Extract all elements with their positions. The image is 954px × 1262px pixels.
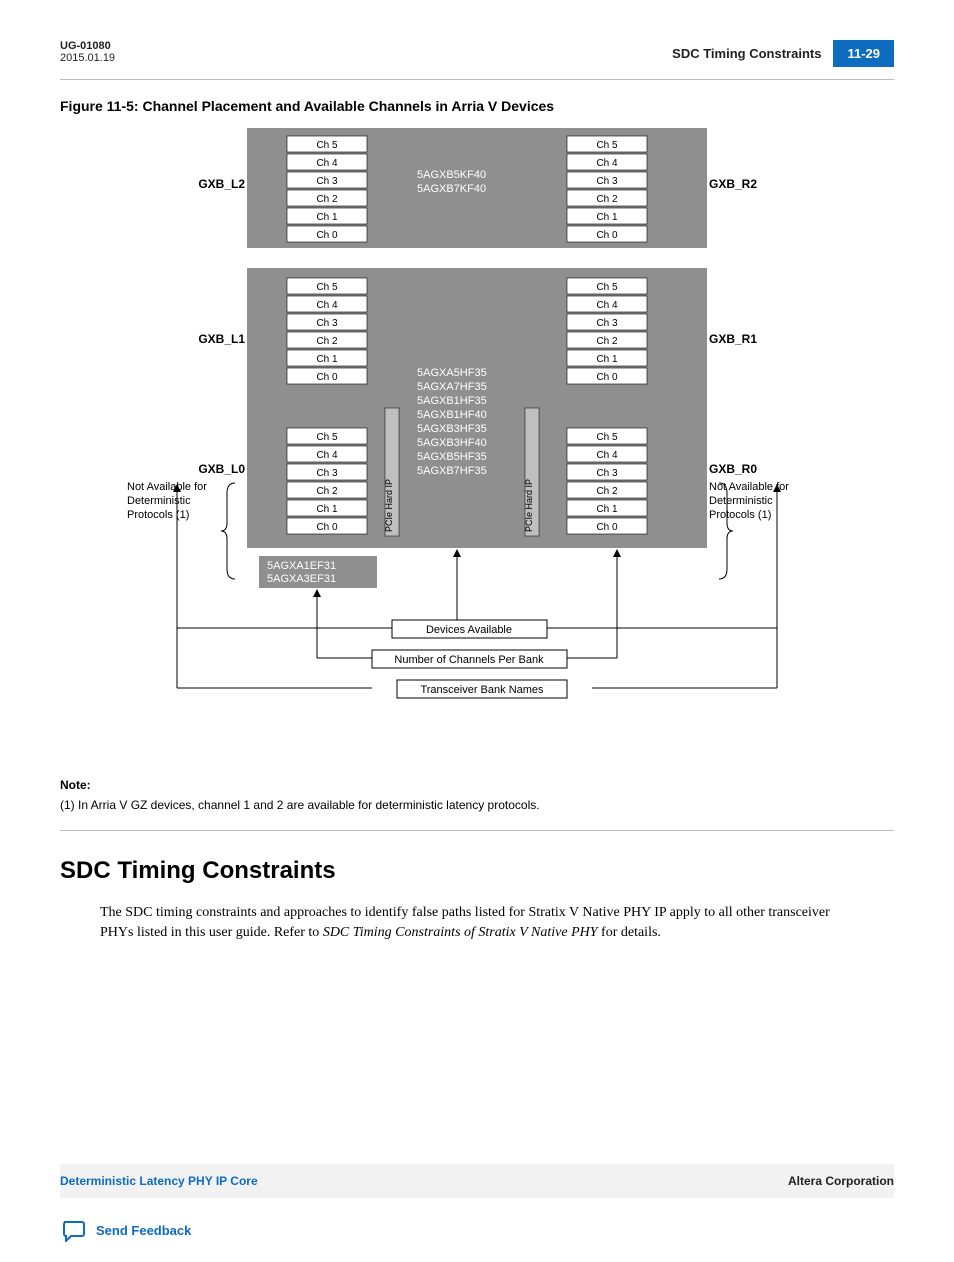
page-header: UG-01080 2015.01.19 SDC Timing Constrain… (60, 40, 894, 67)
svg-text:Ch 2: Ch 2 (316, 336, 338, 347)
devices-extra-1: 5AGXA1EF31 (267, 560, 336, 572)
svg-text:Ch 2: Ch 2 (596, 336, 618, 347)
svg-text:GXB_L0: GXB_L0 (198, 462, 245, 476)
svg-text:Ch 5: Ch 5 (316, 282, 338, 293)
svg-text:Ch 2: Ch 2 (316, 194, 338, 205)
speech-bubble-icon (60, 1220, 86, 1242)
svg-text:PCIe Hard IP: PCIe Hard IP (524, 479, 534, 532)
divider-2 (60, 830, 894, 831)
svg-text:Ch 3: Ch 3 (316, 318, 338, 329)
section-label: SDC Timing Constraints (672, 46, 821, 61)
svg-text:Ch 3: Ch 3 (596, 176, 618, 187)
header-right: SDC Timing Constraints 11-29 (672, 40, 894, 67)
note-text: (1) In Arria V GZ devices, channel 1 and… (60, 798, 894, 812)
note-label: Note: (60, 778, 894, 792)
svg-text:GXB_R2: GXB_R2 (709, 177, 757, 191)
svg-text:Ch 0: Ch 0 (316, 372, 338, 383)
svg-text:Ch 1: Ch 1 (316, 354, 338, 365)
svg-text:Ch 1: Ch 1 (596, 212, 618, 223)
svg-text:GXB_R0: GXB_R0 (709, 462, 757, 476)
svg-text:Ch 4: Ch 4 (596, 158, 618, 169)
svg-text:Transceiver Bank Names: Transceiver Bank Names (420, 684, 544, 696)
footer-right: Altera Corporation (788, 1174, 894, 1188)
svg-text:Ch 1: Ch 1 (596, 354, 618, 365)
body-text-2: for details. (598, 925, 661, 940)
svg-text:Ch 3: Ch 3 (596, 468, 618, 479)
doc-id: UG-01080 (60, 40, 115, 52)
svg-text:Ch 1: Ch 1 (596, 504, 618, 515)
svg-text:Ch 0: Ch 0 (316, 522, 338, 533)
svg-text:Ch 2: Ch 2 (316, 486, 338, 497)
svg-text:GXB_R1: GXB_R1 (709, 332, 757, 346)
svg-text:Ch 5: Ch 5 (596, 140, 618, 151)
svg-text:GXB_L2: GXB_L2 (198, 177, 245, 191)
svg-text:Ch 2: Ch 2 (596, 486, 618, 497)
svg-text:Ch 5: Ch 5 (596, 432, 618, 443)
doc-date: 2015.01.19 (60, 52, 115, 64)
figure-11-5: Ch 5 Ch 4 Ch 3 Ch 2 Ch 1 Ch 0 Ch 5 Ch 4 Ch 3 Ch … (60, 128, 894, 758)
svg-text:Ch 0: Ch 0 (596, 230, 618, 241)
footer-bar: Deterministic Latency PHY IP Core Altera… (60, 1164, 894, 1198)
svg-text:Ch 4: Ch 4 (596, 300, 618, 311)
svg-text:Ch 5: Ch 5 (596, 282, 618, 293)
devices-extra-2: 5AGXA3EF31 (267, 573, 336, 585)
svg-text:Ch 4: Ch 4 (316, 158, 338, 169)
svg-text:PCIe Hard IP: PCIe Hard IP (384, 479, 394, 532)
svg-text:Ch 0: Ch 0 (596, 522, 618, 533)
footer-left-link[interactable]: Deterministic Latency PHY IP Core (60, 1174, 258, 1188)
svg-text:Ch 0: Ch 0 (596, 372, 618, 383)
svg-text:Ch 3: Ch 3 (316, 468, 338, 479)
svg-text:Ch 4: Ch 4 (596, 450, 618, 461)
svg-text:Ch 4: Ch 4 (316, 300, 338, 311)
svg-text:Ch 2: Ch 2 (596, 194, 618, 205)
section-heading: SDC Timing Constraints (60, 857, 894, 885)
svg-text:Ch 5: Ch 5 (316, 140, 338, 151)
page-number: 11-29 (833, 40, 894, 67)
svg-text:Ch 3: Ch 3 (316, 176, 338, 187)
body-paragraph: The SDC timing constraints and approache… (100, 903, 854, 944)
footer: Deterministic Latency PHY IP Core Altera… (60, 1164, 894, 1242)
body-italic: SDC Timing Constraints of Stratix V Nati… (323, 925, 598, 940)
feedback-row: Send Feedback (60, 1220, 894, 1242)
send-feedback-link[interactable]: Send Feedback (96, 1223, 191, 1238)
svg-text:Ch 4: Ch 4 (316, 450, 338, 461)
doc-meta: UG-01080 2015.01.19 (60, 40, 115, 64)
figure-title: Figure 11-5: Channel Placement and Avail… (60, 98, 894, 114)
svg-text:Number of Channels Per Bank: Number of Channels Per Bank (394, 654, 544, 666)
svg-text:Ch 1: Ch 1 (316, 212, 338, 223)
svg-text:Ch 5: Ch 5 (316, 432, 338, 443)
svg-text:Ch 3: Ch 3 (596, 318, 618, 329)
svg-text:Not Available forDeterministic: Not Available forDeterministicProtocols … (127, 481, 207, 521)
svg-text:GXB_L1: GXB_L1 (198, 332, 245, 346)
divider (60, 79, 894, 80)
svg-text:Ch 0: Ch 0 (316, 230, 338, 241)
svg-text:Devices Available: Devices Available (426, 624, 512, 636)
svg-text:Ch 1: Ch 1 (316, 504, 338, 515)
